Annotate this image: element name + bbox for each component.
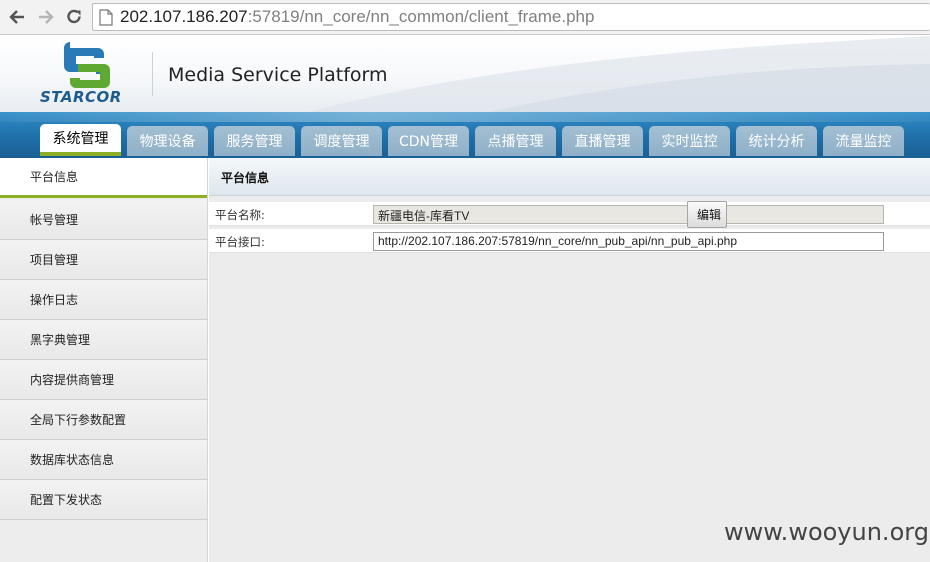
browser-toolbar: 202.107.186.207:57819/nn_core/nn_common/… (0, 0, 930, 35)
header-divider (152, 52, 153, 96)
tab-physical-devices[interactable]: 物理设备 (127, 126, 208, 156)
watermark: www.wooyun.org (724, 518, 929, 546)
tab-scheduling[interactable]: 调度管理 (301, 126, 382, 156)
tab-cdn[interactable]: CDN管理 (388, 126, 469, 156)
platform-name-row: 平台名称: 新疆电信-库看TV (209, 202, 930, 226)
sidebar-item-accounts[interactable]: 帐号管理 (0, 200, 207, 240)
arrow-right-icon[interactable] (34, 5, 58, 29)
main-content: 平台信息 平台名称: 新疆电信-库看TV 平台接口: http://202.10… (209, 158, 930, 562)
sidebar-item-global-params[interactable]: 全局下行参数配置 (0, 400, 207, 440)
platform-api-row: 平台接口: http://202.107.186.207:57819/nn_co… (209, 229, 930, 253)
url-text[interactable]: 202.107.186.207:57819/nn_core/nn_common/… (120, 7, 594, 27)
logo-text: STARCOR (40, 88, 122, 106)
sidebar-item-operation-log[interactable]: 操作日志 (0, 280, 207, 320)
reload-icon[interactable] (62, 5, 86, 29)
tab-vod[interactable]: 点播管理 (475, 126, 556, 156)
sidebar-item-config-status[interactable]: 配置下发状态 (0, 480, 207, 520)
tab-statistics[interactable]: 统计分析 (736, 126, 817, 156)
tab-service-management[interactable]: 服务管理 (214, 126, 295, 156)
tab-realtime-monitor[interactable]: 实时监控 (649, 126, 730, 156)
app-header: STARCOR Media Service Platform (0, 36, 930, 114)
sidebar-item-content-providers[interactable]: 内容提供商管理 (0, 360, 207, 400)
platform-name-label: 平台名称: (215, 208, 265, 222)
panel-header: 平台信息 (209, 158, 930, 196)
edit-button[interactable]: 编辑 (687, 201, 727, 228)
sidebar-item-db-status[interactable]: 数据库状态信息 (0, 440, 207, 480)
platform-api-field[interactable]: http://202.107.186.207:57819/nn_core/nn_… (373, 232, 884, 251)
sidebar-item-projects[interactable]: 项目管理 (0, 240, 207, 280)
page-title: 平台信息 (221, 171, 270, 185)
tab-live[interactable]: 直播管理 (562, 126, 643, 156)
platform-name-field[interactable]: 新疆电信-库看TV (373, 205, 884, 224)
header-background (300, 36, 930, 114)
platform-api-label: 平台接口: (215, 235, 265, 249)
arrow-left-icon[interactable] (5, 5, 29, 29)
sidebar-item-blacklist[interactable]: 黑字典管理 (0, 320, 207, 360)
sidebar-item-platform-info[interactable]: 平台信息 (0, 158, 207, 198)
tab-traffic-monitor[interactable]: 流量监控 (823, 126, 904, 156)
tab-system-management[interactable]: 系统管理 (40, 124, 121, 156)
page-icon (99, 9, 113, 30)
nav-gloss (0, 112, 930, 122)
app-title: Media Service Platform (168, 64, 388, 86)
address-bar[interactable]: 202.107.186.207:57819/nn_core/nn_common/… (92, 3, 930, 31)
sidebar: 平台信息 帐号管理 项目管理 操作日志 黑字典管理 内容提供商管理 全局下行参数… (0, 158, 208, 562)
